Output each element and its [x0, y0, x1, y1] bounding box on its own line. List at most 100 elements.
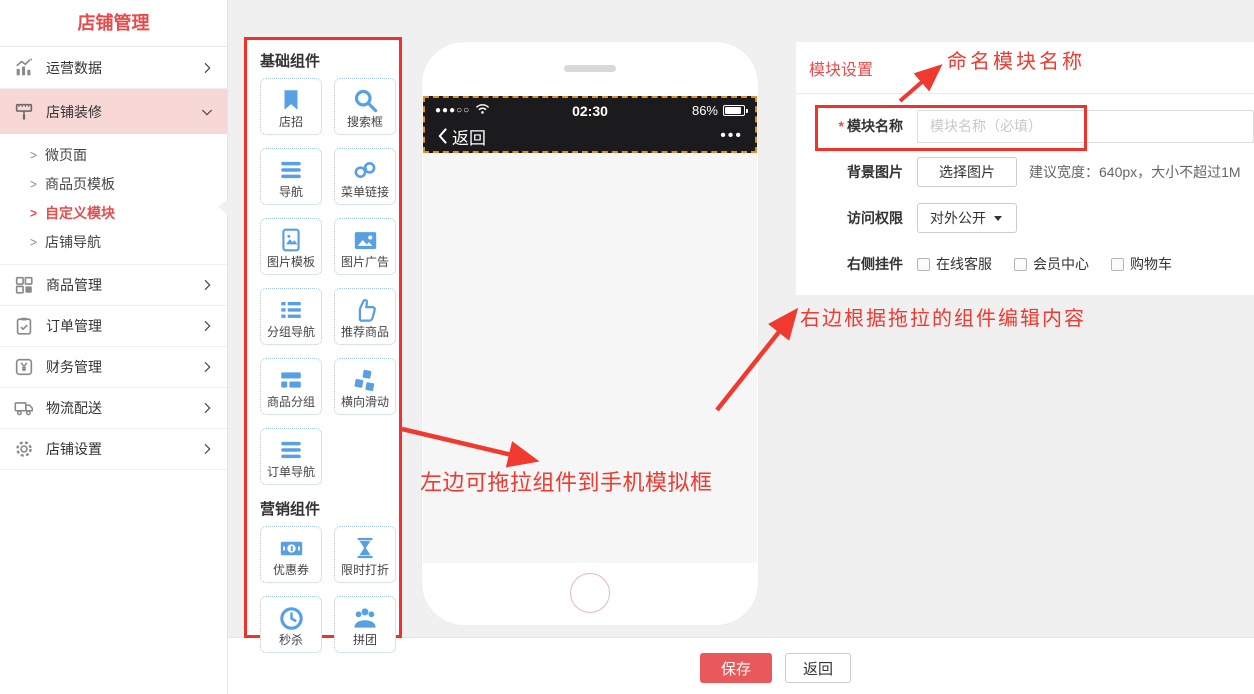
palette-item-navigation[interactable]: 导航 [260, 148, 322, 205]
settings-rows: *模块名称 背景图片 选择图片 建议宽度：640px，大小不超过1M 访问权限 … [796, 94, 1254, 287]
chevron-right-icon [199, 60, 215, 76]
sidebar-item-label: 店铺设置 [46, 439, 102, 459]
chevron-right-icon [199, 277, 215, 293]
stacked-rows-icon [278, 365, 304, 395]
phone-status-bar: ●●●○○ 02:30 86% [425, 98, 755, 123]
palette-item-coupon[interactable]: 优惠券 [260, 526, 322, 583]
phone-chin [422, 563, 758, 625]
checkbox-label: 购物车 [1130, 254, 1172, 274]
palette-item-order-navigation[interactable]: 订单导航 [260, 428, 322, 485]
chevron-right-icon [199, 400, 215, 416]
choose-image-button[interactable]: 选择图片 [917, 157, 1017, 187]
checkbox-member-center[interactable]: 会员中心 [1014, 254, 1089, 274]
sidebar-item-logistics[interactable]: 物流配送 [0, 388, 227, 429]
sidebar-item-order-management[interactable]: 订单管理 [0, 306, 227, 347]
tile-label: 搜索框 [347, 115, 383, 130]
background-image-row: 背景图片 选择图片 建议宽度：640px，大小不超过1M [796, 149, 1254, 195]
save-button[interactable]: 保存 [700, 653, 772, 683]
active-item-pointer [218, 198, 229, 216]
sidebar-subitem-custom-module[interactable]: > 自定义模块 [0, 198, 227, 227]
palette-item-recommended-products[interactable]: 推荐商品 [334, 288, 396, 345]
side-widgets-row: 右侧挂件 在线客服 会员中心 购物车 [796, 241, 1254, 287]
sidebar-subitem-store-navigation[interactable]: > 店铺导航 [0, 227, 227, 256]
clipboard-icon [12, 314, 36, 338]
phone-nav-bar: 返回 ••• [425, 123, 755, 149]
tile-label: 商品分组 [267, 395, 315, 410]
phone-header-component[interactable]: ●●●○○ 02:30 86% 返回 ••• [423, 96, 757, 153]
checkbox-icon [1111, 258, 1124, 271]
tile-label: 图片广告 [341, 255, 389, 270]
module-name-row: *模块名称 [796, 103, 1254, 149]
palette-item-search-box[interactable]: 搜索框 [334, 78, 396, 135]
checkbox-shopping-cart[interactable]: 购物车 [1111, 254, 1172, 274]
signal-dots: ●●●○○ [435, 105, 470, 116]
battery-status: 86% [692, 103, 745, 118]
palette-item-group-buy[interactable]: 拼团 [334, 596, 396, 653]
sidebar-item-finance-management[interactable]: 财务管理 [0, 347, 227, 388]
sidebar-item-label: 运营数据 [46, 58, 102, 78]
sidebar-item-label: 订单管理 [46, 316, 102, 336]
sub-item-label: 商品页模板 [45, 174, 115, 194]
back-button[interactable]: 返回 [437, 124, 486, 149]
menu-icon [278, 155, 304, 185]
access-permission-label: 访问权限 [796, 208, 903, 228]
module-name-input[interactable] [917, 110, 1254, 143]
palette-item-image-ad[interactable]: 图片广告 [334, 218, 396, 275]
palette-item-shop-sign[interactable]: 店招 [260, 78, 322, 135]
sidebar-item-product-management[interactable]: 商品管理 [0, 265, 227, 306]
required-asterisk: * [839, 118, 844, 134]
sidebar-item-store-settings[interactable]: 店铺设置 [0, 429, 227, 470]
cubes-icon [352, 365, 379, 395]
store-admin-page: 店铺管理 / 店铺装修 / 自定义模块 店铺管理 运营数据 店铺装修 > [0, 0, 1254, 694]
tile-label: 推荐商品 [341, 325, 389, 340]
chevron-right-icon [199, 441, 215, 457]
checkbox-online-service[interactable]: 在线客服 [917, 254, 992, 274]
palette-item-flash-sale[interactable]: 秒杀 [260, 596, 322, 653]
clock-icon [278, 603, 305, 633]
component-palette: 基础组件 店招 搜索框 导航 菜单链接 图片模板 [244, 37, 402, 638]
image-icon [352, 225, 379, 255]
tile-label: 订单导航 [267, 465, 315, 480]
chevron-right-icon [199, 318, 215, 334]
tile-label: 优惠券 [273, 563, 309, 578]
sidebar-subitem-micro-page[interactable]: > 微页面 [0, 140, 227, 169]
more-menu-icon[interactable]: ••• [720, 131, 743, 141]
phone-simulator: ●●●○○ 02:30 86% 返回 ••• [422, 42, 758, 625]
palette-item-menu-link[interactable]: 菜单链接 [334, 148, 396, 205]
sub-item-arrow: > [30, 234, 37, 249]
marketing-components-grid: 优惠券 限时打折 秒杀 拼团 [260, 526, 386, 653]
back-button-footer[interactable]: 返回 [785, 653, 851, 683]
sidebar-item-operations-data[interactable]: 运营数据 [0, 47, 227, 89]
palette-item-product-group[interactable]: 商品分组 [260, 358, 322, 415]
tile-label: 店招 [279, 115, 303, 130]
status-time: 02:30 [572, 103, 608, 119]
checkbox-icon [917, 258, 930, 271]
grid-icon [12, 273, 36, 297]
search-icon [352, 85, 379, 115]
checkbox-label: 在线客服 [936, 254, 992, 274]
caret-down-icon [994, 216, 1002, 221]
palette-section-basic: 基础组件 [260, 50, 386, 71]
phone-canvas-dropzone[interactable] [423, 153, 757, 563]
menu-icon [278, 435, 304, 465]
chart-icon [12, 56, 36, 80]
sidebar-subitem-product-page-template[interactable]: > 商品页模板 [0, 169, 227, 198]
palette-item-image-template[interactable]: 图片模板 [260, 218, 322, 275]
coupon-icon [278, 533, 305, 563]
yen-icon [12, 355, 36, 379]
sidebar-item-store-decoration[interactable]: 店铺装修 [0, 89, 227, 134]
tile-label: 拼团 [353, 633, 377, 648]
image-file-icon [278, 225, 304, 255]
palette-item-horizontal-slide[interactable]: 横向滑动 [334, 358, 396, 415]
chevron-right-icon [199, 359, 215, 375]
access-permission-dropdown[interactable]: 对外公开 [917, 203, 1017, 233]
page-title: 店铺管理 [0, 0, 227, 47]
palette-item-group-navigation[interactable]: 分组导航 [260, 288, 322, 345]
checkbox-label: 会员中心 [1033, 254, 1089, 274]
background-image-label: 背景图片 [796, 162, 903, 182]
sub-item-arrow: > [30, 176, 37, 191]
tile-label: 横向滑动 [341, 395, 389, 410]
palette-item-limited-time-discount[interactable]: 限时打折 [334, 526, 396, 583]
module-settings-panel: 模块设置 *模块名称 背景图片 选择图片 建议宽度：640px，大小不超过1M … [796, 42, 1254, 295]
back-label: 返回 [452, 124, 486, 149]
